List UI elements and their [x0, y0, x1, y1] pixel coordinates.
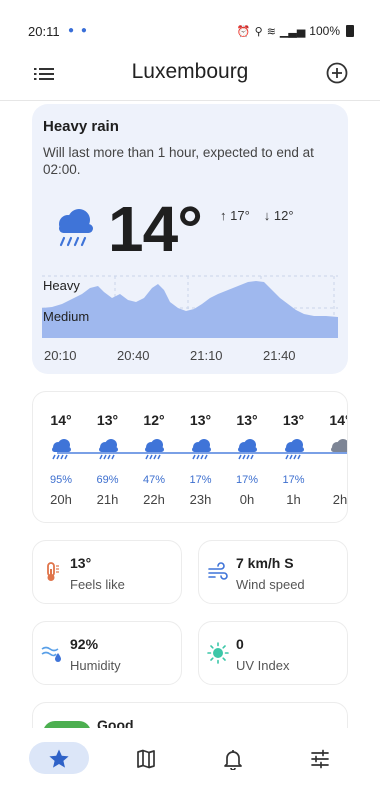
- humidity-label: Humidity: [70, 658, 121, 673]
- high-low: ↑ 17° ↓ 12°: [220, 208, 294, 223]
- high-temperature: ↑ 17°: [220, 208, 250, 223]
- time-label: 21:10: [190, 348, 223, 363]
- hourly-temperature: 14°: [50, 412, 72, 428]
- hourly-temperature: 13°: [189, 412, 212, 428]
- notification-icons: ● ●: [68, 25, 89, 36]
- hourly-temperature: 13°: [236, 412, 258, 428]
- wind-value: 7 km/h S: [236, 555, 294, 571]
- top-app-bar: Luxembourg: [0, 50, 380, 100]
- nav-favorites[interactable]: [29, 742, 89, 774]
- nav-map[interactable]: [116, 742, 176, 774]
- humidity-value: 92%: [70, 636, 99, 652]
- rain-icon: [238, 439, 257, 460]
- rain-icon: [284, 439, 304, 460]
- precipitation-title: Heavy rain: [43, 118, 119, 135]
- alarm-icon: ⏰: [236, 25, 251, 38]
- hourly-precipitation: 17%: [282, 474, 305, 486]
- location-title[interactable]: Luxembourg: [0, 60, 380, 84]
- humidity-card[interactable]: 92% Humidity: [32, 621, 182, 685]
- uv-index-label: UV Index: [236, 658, 290, 673]
- hourly-time: 23h: [189, 492, 212, 507]
- hourly-precipitation: 95%: [49, 474, 73, 486]
- sun-icon: [207, 642, 229, 664]
- level-heavy-label: Heavy: [43, 278, 80, 293]
- hourly-temperature: 13°: [282, 412, 305, 428]
- signal-icon: ▁▃▅: [279, 25, 306, 38]
- uv-index-value: 0: [236, 636, 244, 652]
- cloud-icon: [331, 439, 347, 452]
- feels-like-value: 13°: [70, 555, 92, 571]
- rain-icon: [145, 439, 164, 460]
- wifi-icon: ≋: [266, 25, 276, 38]
- hourly-time: 22h: [143, 492, 165, 507]
- star-icon: [49, 749, 69, 768]
- nav-settings[interactable]: [290, 742, 350, 774]
- header-divider: [0, 100, 380, 101]
- time-label: 21:40: [263, 348, 296, 363]
- rain-icon: [98, 439, 118, 460]
- bottom-navigation: [0, 728, 380, 798]
- hourly-time: 0h: [239, 492, 255, 507]
- rain-icon: [191, 439, 211, 460]
- status-bar: 20:11 ● ● ⏰ ⚲ ≋ ▁▃▅ 100%: [0, 0, 380, 40]
- hourly-forecast[interactable]: 14° 95% 20h 13° 69% 21h 12° 47% 22h 13° 17% 23h 13° 1…: [32, 391, 348, 523]
- precipitation-chart: [42, 275, 338, 338]
- wind-card[interactable]: 7 km/h S Wind speed: [198, 540, 348, 604]
- sliders-icon: [311, 749, 329, 769]
- rain-icon: [59, 209, 93, 247]
- level-medium-label: Medium: [43, 309, 90, 324]
- battery-percent: 100%: [309, 24, 340, 38]
- low-temperature: ↓ 12°: [263, 208, 294, 223]
- current-temperature: 14°: [108, 193, 203, 265]
- feels-like-card[interactable]: 13° Feels like: [32, 540, 182, 604]
- time-label: 20:10: [44, 348, 77, 363]
- bell-icon: [224, 750, 242, 770]
- hourly-precipitation: 47%: [142, 474, 166, 486]
- hourly-precipitation: 17%: [189, 474, 212, 486]
- humidity-icon: [41, 646, 61, 662]
- feels-like-label: Feels like: [70, 577, 125, 592]
- hourly-time: 21h: [96, 492, 119, 507]
- hourly-temperature: 13°: [96, 412, 119, 428]
- time-label: 20:40: [117, 348, 150, 363]
- precipitation-description: Will last more than 1 hour, expected to …: [43, 145, 314, 177]
- location-icon: ⚲: [254, 25, 263, 38]
- wind-icon: [208, 562, 228, 580]
- status-time: 20:11: [28, 24, 60, 39]
- rain-icon: [52, 439, 71, 460]
- hourly-time: 2h: [332, 492, 348, 507]
- hourly-precipitation: 17%: [235, 474, 259, 486]
- nav-alerts[interactable]: [203, 742, 263, 774]
- hourly-precipitation: 69%: [96, 474, 119, 486]
- map-icon: [137, 749, 155, 769]
- hourly-temperature: 12°: [143, 412, 165, 428]
- precipitation-card[interactable]: Heavy rain Will last more than 1 hour, e…: [32, 104, 348, 374]
- wind-label: Wind speed: [236, 577, 305, 592]
- add-location-icon[interactable]: [326, 62, 348, 84]
- hourly-time: 20h: [50, 492, 72, 507]
- uv-index-card[interactable]: 0 UV Index: [198, 621, 348, 685]
- status-right: ⏰ ⚲ ≋ ▁▃▅ 100%: [237, 24, 354, 38]
- hourly-time: 1h: [286, 492, 301, 507]
- thermometer-icon: [47, 562, 59, 581]
- hourly-temperature: 14°: [329, 412, 347, 428]
- battery-icon: [346, 25, 354, 37]
